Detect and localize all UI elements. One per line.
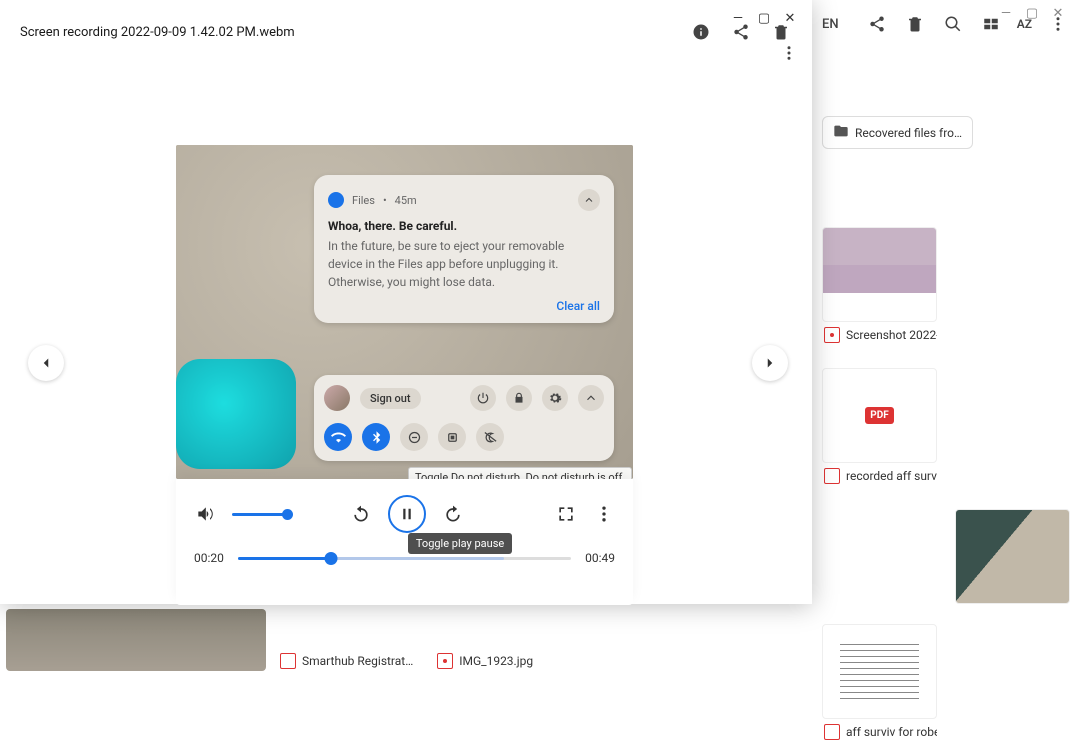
more-icon[interactable] <box>593 503 615 525</box>
notification-card: Files • 45m Whoa, there. Be careful. In … <box>314 175 614 323</box>
share-icon[interactable] <box>865 12 889 36</box>
folder-chip[interactable]: Recovered files fro… <box>822 116 973 149</box>
minimize-button[interactable]: — <box>730 10 746 26</box>
file-item[interactable]: IMG_1923.jpg <box>437 653 533 669</box>
folder-icon <box>833 123 849 142</box>
close-button[interactable]: ✕ <box>1050 5 1066 21</box>
wifi-toggle <box>324 423 352 451</box>
file-item[interactable]: Smarthub Registrat… <box>280 653 413 669</box>
folder-chip-label: Recovered files fro… <box>855 126 962 140</box>
image-icon <box>824 327 840 343</box>
chevron-up-icon <box>578 385 604 411</box>
pdf-icon <box>280 653 296 669</box>
screen-capture-toggle <box>438 423 466 451</box>
duration: 00:49 <box>585 551 615 565</box>
lock-icon <box>506 385 532 411</box>
file-name: Screenshot 2022-0… <box>846 328 937 342</box>
forward-10-icon[interactable] <box>442 503 464 525</box>
app-icon <box>328 192 344 208</box>
minimize-button[interactable]: — <box>998 5 1014 21</box>
pdf-badge: PDF <box>865 407 893 424</box>
thumbnail <box>822 227 937 322</box>
file-name: Smarthub Registrat… <box>302 654 413 668</box>
file-name: recorded aff surviv … <box>846 469 937 483</box>
power-icon <box>470 385 496 411</box>
video-frame[interactable]: Files • 45m Whoa, there. Be careful. In … <box>176 145 633 479</box>
fullscreen-icon[interactable] <box>555 503 577 525</box>
dnd-toggle <box>400 423 428 451</box>
gear-icon <box>542 385 568 411</box>
notification-title: Whoa, there. Be careful. <box>328 219 600 233</box>
restore-button[interactable]: ▢ <box>1024 5 1040 21</box>
pdf-icon <box>824 724 840 740</box>
background-thumbnail <box>6 609 266 671</box>
language-indicator[interactable]: EN <box>822 17 839 32</box>
current-time: 00:20 <box>194 551 224 565</box>
thumbnail <box>955 509 1070 604</box>
image-icon <box>437 653 453 669</box>
avatar <box>324 385 350 411</box>
file-card[interactable]: aff surviv for robert.… <box>822 624 937 745</box>
thumbnail <box>822 624 937 719</box>
file-card[interactable] <box>955 509 1070 604</box>
notification-source: Files <box>352 194 375 207</box>
progress-bar[interactable]: Toggle play pause <box>238 557 571 560</box>
file-name: aff surviv for robert.… <box>846 725 937 739</box>
video-object <box>176 359 296 469</box>
player-controls: 00:20 Toggle play pause 00:49 <box>176 479 633 605</box>
file-card[interactable]: PDF recorded aff surviv … <box>822 368 937 489</box>
sign-out-button: Sign out <box>360 388 421 409</box>
rewind-10-icon[interactable] <box>350 503 372 525</box>
previous-button[interactable] <box>28 345 64 381</box>
notification-time: 45m <box>395 194 417 207</box>
volume-slider[interactable] <box>232 513 288 516</box>
dnd-tooltip: Toggle Do not disturb. Do not disturb is… <box>408 467 632 479</box>
next-button[interactable] <box>752 345 788 381</box>
search-icon[interactable] <box>941 12 965 36</box>
file-card[interactable]: Screenshot 2022-0… <box>822 227 937 348</box>
pdf-icon <box>824 468 840 484</box>
preview-title: Screen recording 2022-09-09 1.42.02 PM.w… <box>20 25 295 40</box>
delete-icon[interactable] <box>903 12 927 36</box>
restore-button[interactable]: ▢ <box>756 10 772 26</box>
volume-icon[interactable] <box>194 503 216 525</box>
clear-all-link: Clear all <box>328 299 600 313</box>
files-panel: EN AZ Recovered files fro… Screenshot 20… <box>812 0 1080 675</box>
chevron-up-icon <box>578 189 600 211</box>
bluetooth-toggle <box>362 423 390 451</box>
video-preview-window: — ▢ ✕ Screen recording 2022-09-09 1.42.0… <box>0 0 812 604</box>
thumbnail: PDF <box>822 368 937 463</box>
info-icon[interactable] <box>690 21 712 43</box>
close-button[interactable]: ✕ <box>782 10 798 26</box>
more-icon[interactable] <box>780 44 798 66</box>
play-pause-button[interactable] <box>388 495 426 533</box>
file-name: IMG_1923.jpg <box>459 654 533 668</box>
night-light-toggle <box>476 423 504 451</box>
play-pause-tooltip: Toggle play pause <box>408 533 512 554</box>
quick-settings-panel: Sign out <box>314 375 614 461</box>
notification-body: In the future, be sure to eject your rem… <box>328 237 600 291</box>
